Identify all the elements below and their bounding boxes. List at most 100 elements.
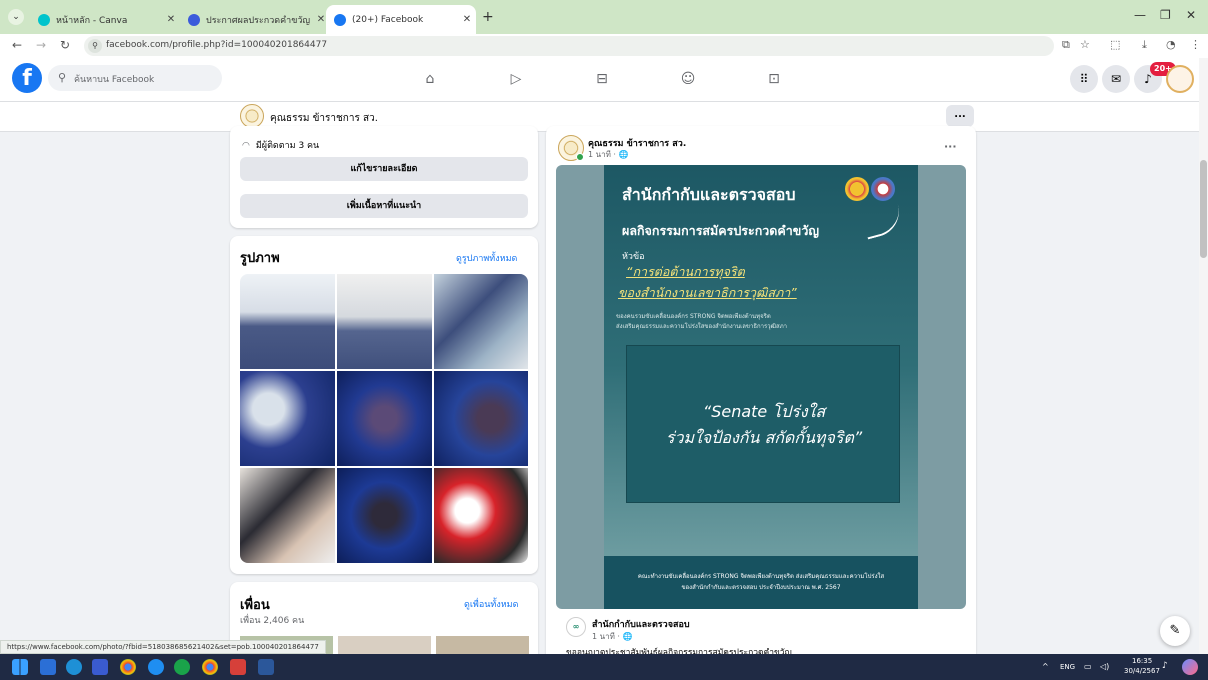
poster-quote-line-2: ร่วมใจป้องกัน สกัดกั้นทุจริต” xyxy=(665,428,863,447)
download-icon[interactable]: ⤓ xyxy=(1142,38,1147,52)
notification-icon[interactable]: ♪ xyxy=(1162,661,1168,671)
marketplace-icon[interactable]: ⊟ xyxy=(590,70,614,88)
profile-more-button[interactable]: ... xyxy=(946,105,974,127)
gaming-icon[interactable]: ⊡ xyxy=(762,70,786,88)
rss-icon: ◠ xyxy=(242,141,250,151)
photo-thumbnail[interactable] xyxy=(240,371,335,466)
zoom-icon[interactable] xyxy=(148,659,164,675)
poster-caption-line-1: ของคนรวมขับเคลื่อนองค์กร STRONG จิตพอเพี… xyxy=(616,313,771,320)
photo-thumbnail[interactable] xyxy=(434,274,528,369)
new-tab-icon[interactable]: + xyxy=(482,9,494,25)
poster-title: สำนักกำกับและตรวจสอบ xyxy=(622,185,796,204)
poster-quote-line-1: “Senate โปร่งใส xyxy=(702,402,826,421)
browser-tab-bar: ⌄ หน้าหลัก - Canva ✕ ประกาศผลประกวดคำขวั… xyxy=(0,0,1208,34)
photo-thumbnail[interactable] xyxy=(337,274,432,369)
photo-thumbnail[interactable] xyxy=(240,468,335,563)
clock-date[interactable]: 30/4/2567 xyxy=(1124,667,1160,675)
menu-grid-icon[interactable]: ⠿ xyxy=(1070,65,1098,93)
windows-start-icon[interactable] xyxy=(12,659,28,675)
facebook-favicon-icon xyxy=(334,13,346,26)
tab-facebook[interactable]: (20+) Facebook ✕ xyxy=(326,5,476,34)
chrome-profile-icon[interactable] xyxy=(202,659,218,675)
tab-poster[interactable]: ประกาศผลประกวดคำขวัญ - โปสเตอร์ ✕ xyxy=(180,5,330,34)
photo-thumbnail[interactable] xyxy=(337,371,432,466)
shared-timestamp[interactable]: 1 นาที · 🌐 xyxy=(592,630,632,643)
profile-avatar[interactable] xyxy=(240,104,264,128)
page-scrollbar[interactable] xyxy=(1199,58,1208,654)
close-icon[interactable]: ✕ xyxy=(162,14,180,25)
reload-icon[interactable]: ↻ xyxy=(60,38,70,52)
new-message-compose-icon[interactable]: ✎ xyxy=(1160,616,1190,646)
url-text[interactable]: facebook.com/profile.php?id=100040201864… xyxy=(106,40,327,50)
bookmark-star-icon[interactable]: ☆ xyxy=(1080,38,1090,51)
poster-footer: คณะทำงานขับเคลื่อนองค์กร STRONG จิตพอเพี… xyxy=(604,556,918,609)
online-status-dot xyxy=(576,153,584,161)
post-more-options-icon[interactable]: ··· xyxy=(944,140,957,153)
close-icon[interactable]: ✕ xyxy=(458,14,476,25)
cast-icon[interactable]: ⧉ xyxy=(1062,38,1070,52)
window-close-icon[interactable]: ✕ xyxy=(1186,8,1196,22)
photo-thumbnail[interactable] xyxy=(434,371,528,466)
edge-icon[interactable] xyxy=(66,659,82,675)
file-explorer-icon[interactable] xyxy=(40,659,56,675)
volume-icon[interactable]: ◁) xyxy=(1100,662,1109,671)
seal-logo-icon xyxy=(871,177,895,201)
document-favicon-icon xyxy=(188,13,200,26)
facebook-top-nav: f ⚲ ค้นหาบน Facebook ⌂ ▷ ⊟ ☺ ⊡ ⠿ ✉ ♪ 20+ xyxy=(0,58,1208,102)
strong-logo-icon xyxy=(845,177,869,201)
photo-grid xyxy=(240,274,528,563)
photo-thumbnail[interactable] xyxy=(240,274,335,369)
profile-name[interactable]: คุณธรรม ข้าราชการ สว. xyxy=(270,111,378,126)
scrollbar-thumb[interactable] xyxy=(1200,160,1207,258)
line-icon[interactable] xyxy=(174,659,190,675)
pdf-reader-icon[interactable] xyxy=(230,659,246,675)
facebook-logo-icon[interactable]: f xyxy=(12,63,42,93)
minimize-icon[interactable]: — xyxy=(1134,8,1146,22)
friend-thumbnail[interactable] xyxy=(338,636,431,656)
shared-page-name[interactable]: สำนักกำกับและตรวจสอบ xyxy=(592,617,690,631)
poster-topic-label: หัวข้อ xyxy=(622,252,645,262)
clock-time[interactable]: 16:35 xyxy=(1132,657,1152,665)
profile-icon[interactable]: ◔ xyxy=(1166,38,1176,51)
tray-chevron-icon[interactable]: ^ xyxy=(1042,662,1049,671)
windows-taskbar: ^ ENG ▭ ◁) 16:35 30/4/2567 ♪ xyxy=(0,654,1208,680)
word-icon[interactable] xyxy=(258,659,274,675)
forward-arrow-icon[interactable]: → xyxy=(36,38,46,52)
restore-icon[interactable]: ❐ xyxy=(1160,8,1171,22)
search-placeholder[interactable]: ค้นหาบน Facebook xyxy=(74,72,154,86)
input-language[interactable]: ENG xyxy=(1060,663,1075,671)
post-image[interactable]: สำนักกำกับและตรวจสอบ ผลกิจกรรมการสมัครปร… xyxy=(556,165,966,609)
poster-topic-line-2: ของสำนักงานเลขาธิการวุฒิสภา” xyxy=(618,285,797,300)
search-icon: ⚲ xyxy=(58,71,67,84)
home-icon[interactable]: ⌂ xyxy=(418,70,442,88)
poster-topic-line-1: “การต่อต้านการทุจริต xyxy=(626,264,745,279)
video-icon[interactable]: ▷ xyxy=(504,70,528,88)
extensions-icon[interactable]: ⬚ xyxy=(1110,38,1120,51)
shared-page-avatar[interactable]: ∞ xyxy=(566,617,586,637)
back-arrow-icon[interactable]: ← xyxy=(12,38,22,52)
site-info-icon[interactable]: ⚲ xyxy=(88,39,102,53)
friend-thumbnail[interactable] xyxy=(436,636,529,656)
photo-thumbnail[interactable] xyxy=(337,468,432,563)
network-icon[interactable]: ▭ xyxy=(1084,662,1092,671)
see-all-photos-link[interactable]: ดูรูปภาพทั้งหมด xyxy=(456,251,517,265)
messenger-icon[interactable]: ✉ xyxy=(1102,65,1130,93)
tab-canva[interactable]: หน้าหลัก - Canva ✕ xyxy=(30,5,180,34)
account-avatar[interactable] xyxy=(1166,65,1194,93)
photo-thumbnail[interactable] xyxy=(434,468,528,563)
edit-details-button[interactable]: แก้ไขรายละเอียด xyxy=(240,157,528,181)
copilot-icon[interactable] xyxy=(1182,659,1198,675)
groups-icon[interactable]: ☺ xyxy=(676,70,700,88)
chrome-icon[interactable] xyxy=(120,659,136,675)
tab-search-icon[interactable]: ⌄ xyxy=(8,9,24,25)
leaf-decoration-icon xyxy=(861,204,905,240)
post-timestamp[interactable]: 1 นาที · 🌐 xyxy=(588,148,628,161)
kebab-menu-icon[interactable]: ⋮ xyxy=(1190,38,1201,51)
facebook-search-box[interactable]: ⚲ ค้นหาบน Facebook xyxy=(48,65,222,91)
poster-panel: สำนักกำกับและตรวจสอบ ผลกิจกรรมการสมัครปร… xyxy=(604,165,918,609)
url-omnibox[interactable]: ⚲ facebook.com/profile.php?id=1000402018… xyxy=(84,36,1054,56)
see-all-friends-link[interactable]: ดูเพื่อนทั้งหมด xyxy=(464,597,518,611)
store-icon[interactable] xyxy=(92,659,108,675)
canva-favicon-icon xyxy=(38,13,50,26)
add-featured-button[interactable]: เพิ่มเนื้อหาที่แนะนำ xyxy=(240,194,528,218)
